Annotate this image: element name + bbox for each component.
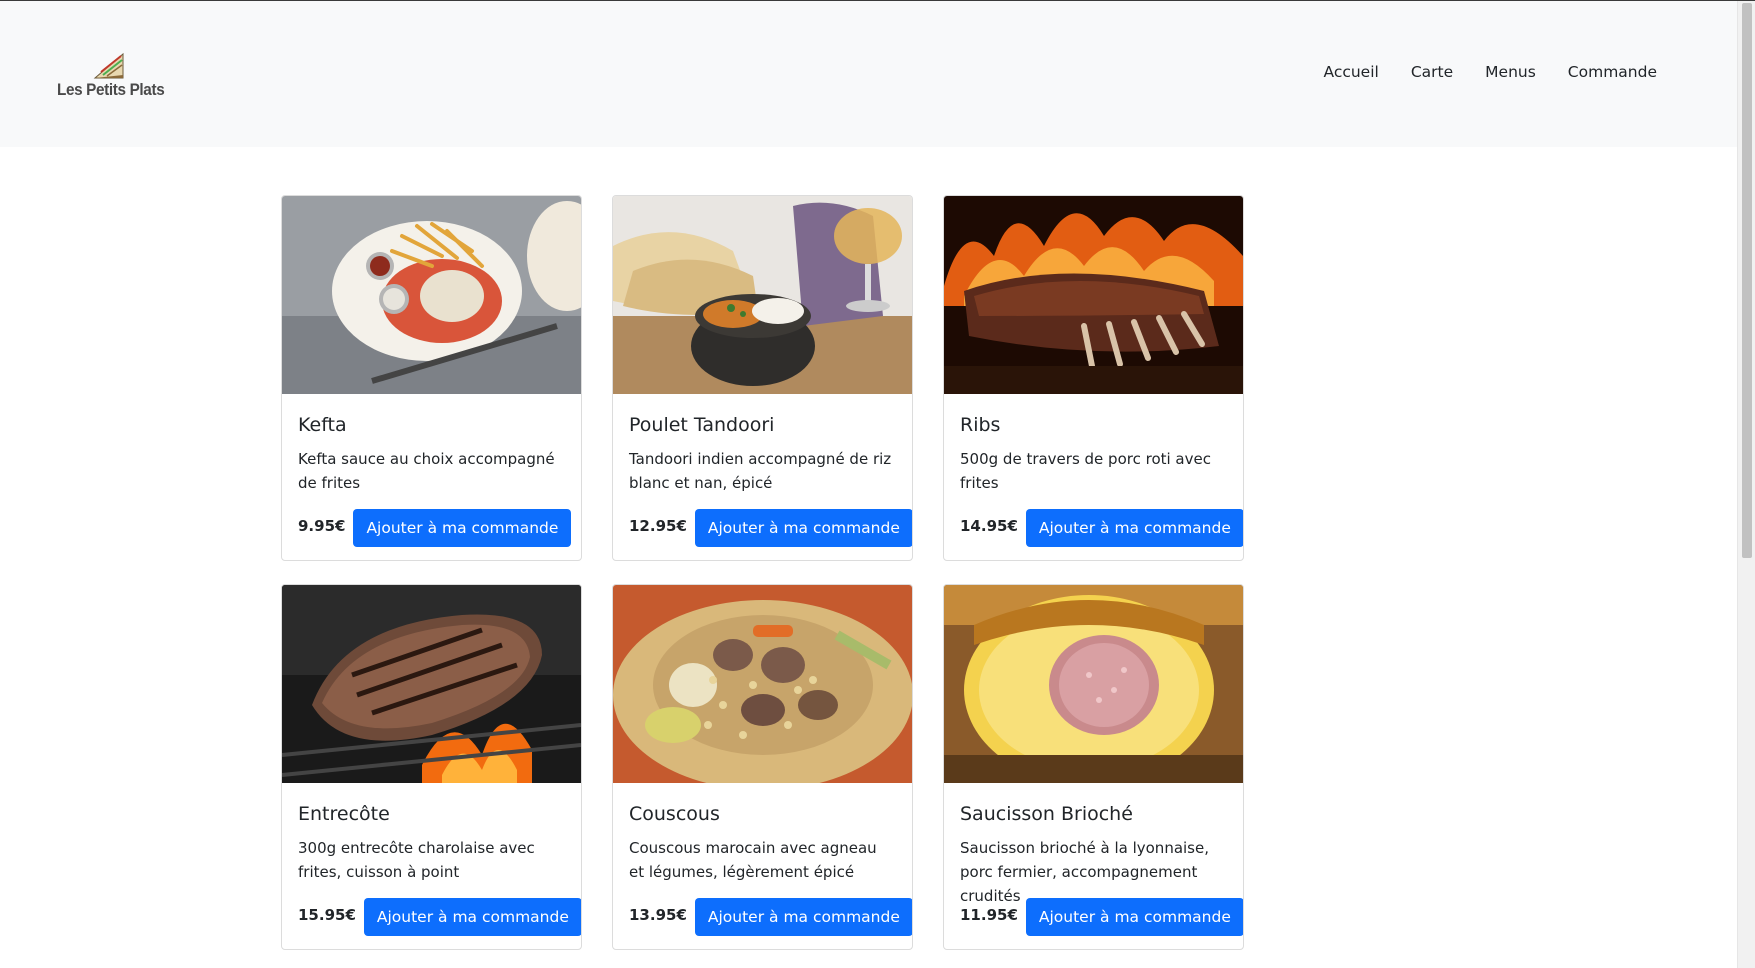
dish-title: Ribs [960, 414, 1001, 436]
dish-card-kefta: Kefta Kefta sauce au choix accompagné de… [281, 195, 582, 561]
dish-title: Saucisson Brioché [960, 803, 1133, 825]
dish-description: 300g entrecôte charolaise avec frites, c… [298, 839, 535, 881]
dish-price: 9.95€ [298, 517, 346, 535]
kefta-photo [282, 196, 581, 394]
dish-card-entrecote: Entrecôte 300g entrecôte charolaise avec… [281, 584, 582, 950]
dish-price: 15.95€ [298, 906, 356, 924]
dish-description: Kefta sauce au choix accompagné de frite… [298, 450, 555, 492]
main-nav: Accueil Carte Menus Commande [1307, 59, 1673, 85]
dish-description: Tandoori indien accompagné de riz blanc … [629, 450, 892, 492]
dish-description: 500g de travers de porc roti avec frites [960, 450, 1211, 492]
card-footer: 13.95€ Ajouter à ma commande [629, 898, 912, 936]
card-body: Ribs 500g de travers de porc roti avec f… [944, 394, 1243, 547]
add-to-order-button[interactable]: Ajouter à ma commande [363, 898, 581, 936]
scrollbar[interactable] [1737, 1, 1755, 968]
dish-card-ribs: Ribs 500g de travers de porc roti avec f… [943, 195, 1244, 561]
brand-name: Les Petits Plats [57, 80, 165, 99]
card-body: Saucisson Brioché Saucisson brioché à la… [944, 783, 1243, 936]
add-to-order-button[interactable]: Ajouter à ma commande [1025, 898, 1243, 936]
dish-card-poulet-tandoori: Poulet Tandoori Tandoori indien accompag… [612, 195, 913, 561]
page: Les Petits Plats Accueil Carte Menus Com… [0, 0, 1755, 968]
nav-commande[interactable]: Commande [1552, 59, 1673, 85]
nav-carte[interactable]: Carte [1395, 59, 1469, 85]
ribs-photo [944, 196, 1243, 394]
card-body: Poulet Tandoori Tandoori indien accompag… [613, 394, 912, 547]
dish-title: Kefta [298, 414, 347, 436]
card-body: Kefta Kefta sauce au choix accompagné de… [282, 394, 581, 547]
dish-title: Entrecôte [298, 803, 390, 825]
card-footer: 9.95€ Ajouter à ma commande [298, 509, 572, 547]
card-body: Couscous Couscous marocain avec agneau e… [613, 783, 912, 936]
navbar: Les Petits Plats Accueil Carte Menus Com… [0, 1, 1737, 147]
entrecote-photo [282, 585, 581, 783]
add-to-order-button[interactable]: Ajouter à ma commande [1025, 509, 1243, 547]
dish-title: Couscous [629, 803, 720, 825]
card-footer: 14.95€ Ajouter à ma commande [960, 509, 1243, 547]
add-to-order-button[interactable]: Ajouter à ma commande [353, 509, 572, 547]
tandoori-photo [613, 196, 912, 394]
nav-menus[interactable]: Menus [1469, 59, 1552, 85]
scrollbar-thumb[interactable] [1742, 3, 1752, 558]
nav-accueil[interactable]: Accueil [1307, 59, 1394, 85]
dish-price: 12.95€ [629, 517, 687, 535]
brand-link[interactable]: Les Petits Plats [57, 46, 167, 106]
dish-card-saucisson-brioche: Saucisson Brioché Saucisson brioché à la… [943, 584, 1244, 950]
dish-title: Poulet Tandoori [629, 414, 775, 436]
card-footer: 12.95€ Ajouter à ma commande [629, 509, 912, 547]
dish-price: 13.95€ [629, 906, 687, 924]
card-footer: 15.95€ Ajouter à ma commande [298, 898, 581, 936]
add-to-order-button[interactable]: Ajouter à ma commande [694, 898, 912, 936]
dish-price: 11.95€ [960, 906, 1018, 924]
card-body: Entrecôte 300g entrecôte charolaise avec… [282, 783, 581, 936]
dish-description: Couscous marocain avec agneau et légumes… [629, 839, 877, 881]
add-to-order-button[interactable]: Ajouter à ma commande [694, 509, 912, 547]
couscous-photo [613, 585, 912, 783]
dish-price: 14.95€ [960, 517, 1018, 535]
saucisson-photo [944, 585, 1243, 783]
dish-card-couscous: Couscous Couscous marocain avec agneau e… [612, 584, 913, 950]
sandwich-logo-icon [91, 48, 127, 80]
dish-description: Saucisson brioché à la lyonnaise, porc f… [960, 839, 1209, 905]
